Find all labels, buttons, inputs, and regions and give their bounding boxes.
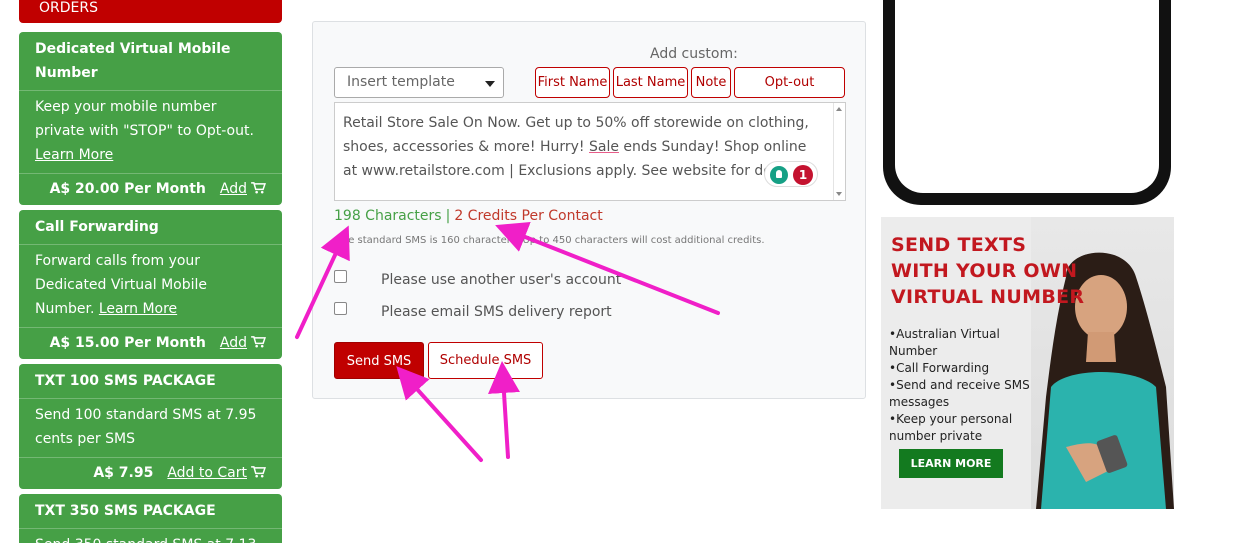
insert-optout-button[interactable]: Opt-out Message	[734, 67, 845, 119]
product-card-virtual-number: Dedicated Virtual Mobile Number Keep you…	[19, 32, 282, 205]
ad-feature-list: Australian Virtual Number Call Forwardin…	[889, 326, 1039, 445]
card-description: Send 350 standard SMS at 7.13	[19, 529, 282, 543]
product-card-txt100: TXT 100 SMS PACKAGE Send 100 standard SM…	[19, 364, 282, 489]
send-sms-button[interactable]: Send SMS	[334, 342, 424, 379]
chevron-down-icon	[485, 81, 495, 87]
spellcheck-word: Sale	[589, 139, 619, 155]
ad-feature: Australian Virtual Number	[889, 326, 1039, 360]
virtual-number-ad[interactable]: SEND TEXTS WITH YOUR OWN VIRTUAL NUMBER …	[881, 217, 1174, 509]
card-description: Send 100 standard SMS at 7.95 cents per …	[19, 399, 282, 458]
insert-template-select[interactable]: Insert template	[334, 67, 504, 98]
cart-icon	[251, 336, 266, 348]
card-price: A$ 20.00 Per Month	[49, 181, 206, 197]
bulb-icon	[770, 166, 788, 184]
message-textarea[interactable]: Retail Store Sale On Now. Get up to 50% …	[334, 102, 846, 201]
card-description: Keep your mobile number private with "ST…	[19, 91, 282, 174]
insert-first-name-button[interactable]: First Name	[535, 67, 610, 98]
message-stats: 198 Characters | 2 Credits Per Contact	[334, 208, 603, 224]
card-title: TXT 100 SMS PACKAGE	[19, 364, 282, 399]
scroll-down-icon[interactable]	[836, 192, 842, 196]
cart-icon	[251, 466, 266, 478]
ad-feature: Call Forwarding	[889, 360, 1039, 377]
add-button[interactable]: Add	[220, 181, 266, 197]
phone-mockup	[883, 0, 1171, 205]
stats-separator: |	[445, 208, 451, 224]
email-report-label: Please email SMS delivery report	[381, 304, 612, 320]
ad-feature: Send and receive SMS messages	[889, 377, 1039, 411]
insert-note-button[interactable]: Note	[691, 67, 731, 98]
email-report-checkbox[interactable]	[334, 302, 347, 315]
page: ORDERS Dedicated Virtual Mobile Number K…	[0, 0, 1235, 543]
use-another-account-label: Please use another user's account	[381, 272, 622, 288]
card-price-row: A$ 15.00 Per Month Add	[19, 328, 282, 359]
scroll-up-icon[interactable]	[836, 107, 842, 111]
ad-learn-more-button[interactable]: LEARN MORE	[899, 449, 1003, 478]
add-custom-label: Add custom:	[650, 46, 738, 62]
card-title: TXT 350 SMS PACKAGE	[19, 494, 282, 529]
character-count: 198 Characters	[334, 208, 442, 224]
ad-feature: Keep your personal number private	[889, 411, 1039, 445]
card-price-row: A$ 7.95 Add to Cart	[19, 458, 282, 489]
card-description: Forward calls from your Dedicated Virtua…	[19, 245, 282, 328]
card-price: A$ 7.95	[93, 465, 154, 481]
phone-screen	[895, 0, 1159, 193]
learn-more-link[interactable]: Learn More	[99, 301, 177, 317]
card-title: Call Forwarding	[19, 210, 282, 245]
card-price-row: A$ 20.00 Per Month Add	[19, 174, 282, 205]
add-button[interactable]: Add	[220, 335, 266, 351]
textarea-scrollbar[interactable]	[833, 103, 845, 200]
cart-icon	[251, 182, 266, 194]
orders-header[interactable]: ORDERS	[19, 0, 282, 23]
sms-compose-panel: Add custom: Insert template First Name L…	[312, 21, 866, 399]
card-price: A$ 15.00 Per Month	[49, 335, 206, 351]
learn-more-link[interactable]: Learn More	[35, 147, 113, 163]
schedule-sms-button[interactable]: Schedule SMS	[428, 342, 543, 379]
grammarly-widget[interactable]: 1	[764, 161, 818, 187]
insert-last-name-button[interactable]: Last Name	[613, 67, 688, 98]
credits-count: 2 Credits Per Contact	[454, 208, 603, 224]
ad-headline: SEND TEXTS WITH YOUR OWN VIRTUAL NUMBER	[891, 234, 1085, 308]
grammar-count-badge: 1	[793, 165, 813, 185]
card-title: Dedicated Virtual Mobile Number	[19, 32, 282, 91]
product-card-txt350: TXT 350 SMS PACKAGE Send 350 standard SM…	[19, 494, 282, 543]
sms-length-note: One standard SMS is 160 characters. Up t…	[334, 235, 765, 246]
product-card-call-forwarding: Call Forwarding Forward calls from your …	[19, 210, 282, 359]
use-another-account-checkbox[interactable]	[334, 270, 347, 283]
add-to-cart-button[interactable]: Add to Cart	[167, 465, 266, 481]
